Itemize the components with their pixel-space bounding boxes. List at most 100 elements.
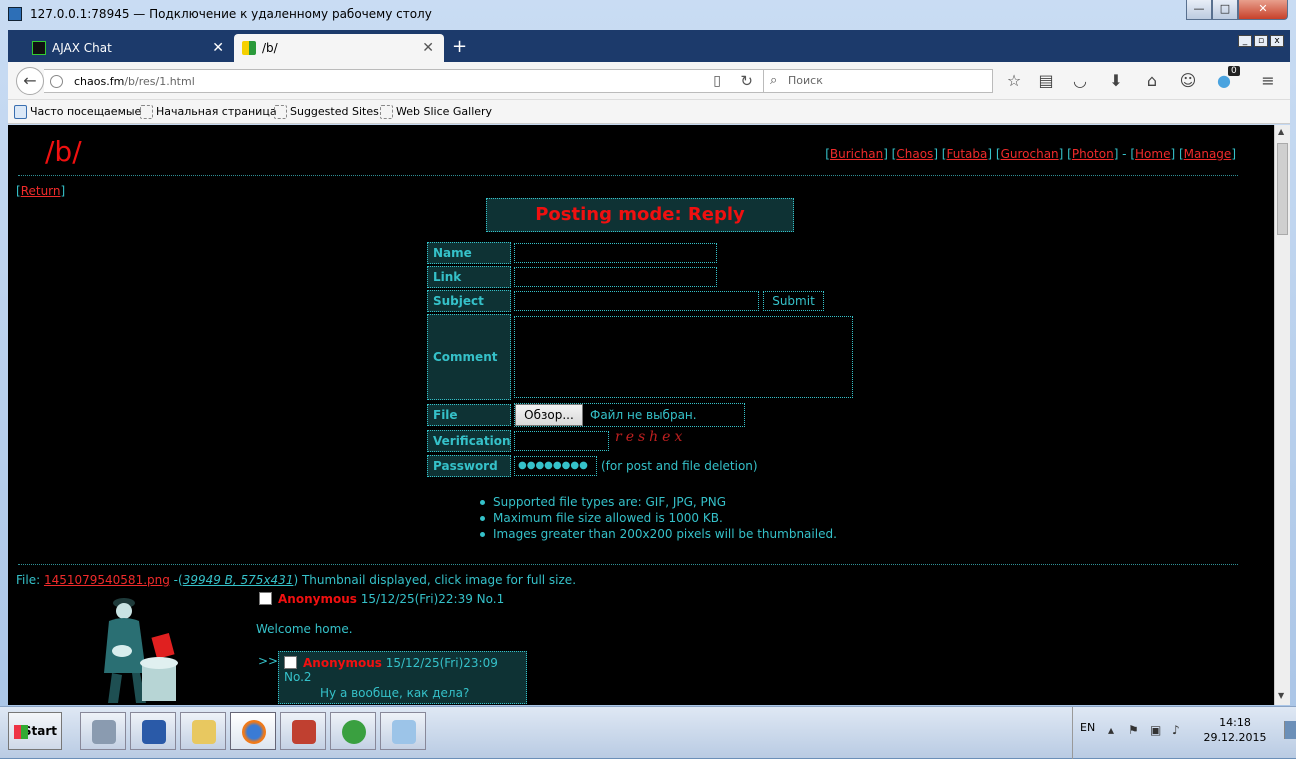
new-tab-button[interactable]: + bbox=[452, 34, 467, 60]
reply-number[interactable]: No.2 bbox=[284, 670, 312, 684]
taskbar-installer[interactable] bbox=[280, 712, 326, 750]
window-title: 127.0.0.1:78945 — Подключение к удаленно… bbox=[30, 7, 432, 21]
link-gurochan[interactable]: Gurochan bbox=[1001, 147, 1059, 161]
taskbar-notepad[interactable] bbox=[380, 712, 426, 750]
link-input[interactable] bbox=[514, 267, 717, 287]
board-nav-links: [Burichan] [Chaos] [Futaba] [Gurochan] [… bbox=[825, 147, 1236, 161]
navigation-bar: ← chaos.fm/b/res/1.html ▯ ↻ ⌕ Поиск ☆ ▤ … bbox=[8, 62, 1290, 100]
password-label: Password bbox=[427, 455, 511, 477]
post-header: Anonymous 15/12/25(Fri)22:39 No.1 bbox=[259, 592, 504, 606]
taskbar-explorer[interactable] bbox=[180, 712, 226, 750]
reader-view-icon[interactable]: ▯ bbox=[713, 73, 721, 89]
post-thumbnail-image[interactable] bbox=[84, 593, 194, 705]
mdi-close-icon[interactable]: x bbox=[1270, 35, 1284, 47]
post-file-info: File: 1451079540581.png -(39949 B, 575x4… bbox=[16, 573, 577, 587]
post-author: Anonymous bbox=[278, 592, 357, 606]
reply-select-checkbox[interactable] bbox=[284, 656, 297, 669]
return-link-wrap: [Return] bbox=[16, 184, 66, 198]
globe-network-icon bbox=[342, 720, 366, 744]
powershell-icon bbox=[142, 720, 166, 744]
show-hidden-icons-icon[interactable]: ▴ bbox=[1108, 723, 1114, 737]
reply-date: 15/12/25(Fri)23:09 bbox=[385, 656, 498, 670]
scroll-up-icon[interactable]: ▲ bbox=[1278, 127, 1284, 136]
submit-button[interactable]: Submit bbox=[763, 291, 824, 311]
mdi-restore-icon[interactable]: ▫ bbox=[1254, 35, 1268, 47]
close-tab-icon[interactable]: ✕ bbox=[212, 34, 224, 62]
divider bbox=[18, 175, 1238, 176]
browse-button[interactable]: Обзор... bbox=[515, 404, 583, 426]
downloads-icon[interactable]: ⬇ bbox=[1106, 71, 1126, 90]
bookmark-most-visited[interactable]: Часто посещаемые bbox=[14, 105, 141, 119]
url-bar[interactable]: chaos.fm/b/res/1.html ▯ ↻ bbox=[44, 69, 764, 93]
taskbar-network[interactable] bbox=[330, 712, 376, 750]
rule-item: Supported file types are: GIF, JPG, PNG bbox=[480, 494, 837, 510]
reload-icon[interactable]: ↻ bbox=[740, 72, 753, 90]
rule-item: Images greater than 200x200 pixels will … bbox=[480, 526, 837, 542]
bookmark-suggested-sites[interactable]: Suggested Sites bbox=[274, 105, 379, 119]
bookmark-start-page[interactable]: Начальная страница bbox=[140, 105, 277, 119]
taskbar: Start EN ▴ ⚑ ▣ ♪ 14:18 29.12.2015 bbox=[0, 706, 1296, 759]
installer-icon bbox=[292, 720, 316, 744]
post-date: 15/12/25(Fri)22:39 bbox=[360, 592, 473, 606]
page-scrollbar[interactable]: ▲ ▼ bbox=[1274, 125, 1290, 705]
language-indicator[interactable]: EN bbox=[1080, 721, 1095, 734]
name-input[interactable] bbox=[514, 243, 717, 263]
action-center-flag-icon[interactable]: ⚑ bbox=[1128, 723, 1139, 737]
captcha-image: reshex bbox=[615, 429, 687, 445]
taskbar-powershell[interactable] bbox=[130, 712, 176, 750]
post-select-checkbox[interactable] bbox=[259, 592, 272, 605]
close-window-button[interactable]: ✕ bbox=[1238, 0, 1288, 20]
subject-input[interactable] bbox=[514, 291, 759, 311]
return-link[interactable]: Return bbox=[21, 184, 61, 198]
volume-icon[interactable]: ♪ bbox=[1172, 723, 1180, 737]
minimize-button[interactable]: — bbox=[1186, 0, 1212, 20]
url-text: chaos.fm/b/res/1.html bbox=[74, 75, 195, 88]
page-content: /b/ [Burichan] [Chaos] [Futaba] [Gurocha… bbox=[8, 125, 1274, 705]
chat-icon[interactable]: ☺ bbox=[1178, 71, 1198, 90]
taskbar-firefox[interactable] bbox=[230, 712, 276, 750]
name-label: Name bbox=[427, 242, 511, 264]
maximize-button[interactable]: □ bbox=[1212, 0, 1238, 20]
rule-item: Maximum file size allowed is 1000 KB. bbox=[480, 510, 837, 526]
comment-label: Comment bbox=[427, 314, 511, 400]
folder-icon bbox=[192, 720, 216, 744]
network-icon[interactable]: ▣ bbox=[1150, 723, 1161, 737]
scrollbar-thumb[interactable] bbox=[1277, 143, 1288, 235]
notepad-icon bbox=[392, 720, 416, 744]
mdi-minimize-icon[interactable]: _ bbox=[1238, 35, 1252, 47]
bookmark-web-slice-gallery[interactable]: Web Slice Gallery bbox=[380, 105, 492, 119]
show-desktop-button[interactable] bbox=[1284, 721, 1296, 739]
menu-hamburger-icon[interactable]: ≡ bbox=[1258, 71, 1278, 90]
scroll-down-icon[interactable]: ▼ bbox=[1278, 691, 1284, 700]
link-burichan[interactable]: Burichan bbox=[830, 147, 883, 161]
rdp-window: 127.0.0.1:78945 — Подключение к удаленно… bbox=[0, 0, 1296, 759]
link-photon[interactable]: Photon bbox=[1072, 147, 1114, 161]
chat-favicon-icon bbox=[32, 41, 46, 55]
link-chaos[interactable]: Chaos bbox=[896, 147, 933, 161]
home-icon[interactable]: ⌂ bbox=[1142, 71, 1162, 90]
back-button[interactable]: ← bbox=[16, 67, 44, 95]
system-clock[interactable]: 14:18 29.12.2015 bbox=[1200, 715, 1270, 745]
post-number[interactable]: No.1 bbox=[477, 592, 505, 606]
search-input[interactable]: ⌕ Поиск bbox=[763, 69, 993, 93]
bookmark-star-icon[interactable]: ☆ bbox=[1004, 71, 1024, 90]
close-tab-icon[interactable]: ✕ bbox=[422, 34, 434, 62]
reading-list-icon[interactable]: ▤ bbox=[1036, 71, 1056, 90]
link-home[interactable]: Home bbox=[1135, 147, 1170, 161]
posting-rules: Supported file types are: GIF, JPG, PNG … bbox=[480, 494, 837, 542]
password-input[interactable]: ●●●●●●●● bbox=[514, 456, 597, 476]
start-button[interactable]: Start bbox=[8, 712, 62, 750]
taskbar-server-manager[interactable] bbox=[80, 712, 126, 750]
mdi-controls: _ ▫ x bbox=[1236, 32, 1284, 47]
rdp-app-icon bbox=[8, 7, 22, 21]
post-file-meta[interactable]: 39949 B, 575x431 bbox=[183, 573, 294, 587]
tab-b-board[interactable]: /b/ ✕ bbox=[234, 34, 444, 62]
subject-label: Subject bbox=[427, 290, 511, 312]
verification-input[interactable] bbox=[514, 431, 609, 451]
comment-textarea[interactable] bbox=[514, 316, 853, 398]
link-manage[interactable]: Manage bbox=[1184, 147, 1232, 161]
tab-ajax-chat[interactable]: AJAX Chat ✕ bbox=[24, 34, 234, 62]
post-file-link[interactable]: 1451079540581.png bbox=[44, 573, 170, 587]
link-futaba[interactable]: Futaba bbox=[947, 147, 988, 161]
pocket-icon[interactable]: ◡ bbox=[1070, 71, 1090, 90]
